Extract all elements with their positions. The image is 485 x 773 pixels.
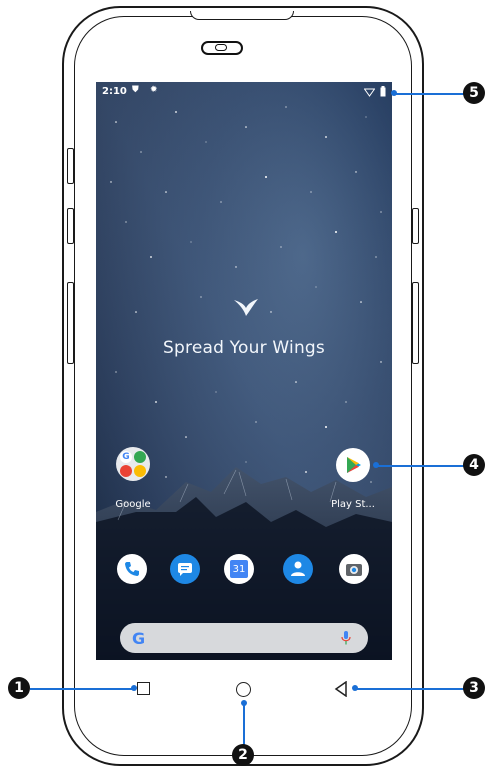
play-store-app[interactable] [336, 448, 370, 482]
brand-text: Spread Your Wings [163, 338, 325, 358]
callout-dot-3 [352, 685, 358, 691]
callout-badge-3: 3 [463, 677, 485, 699]
messages-app[interactable] [170, 554, 200, 584]
left-side-button-1 [67, 148, 74, 184]
chrome-app-icon [134, 451, 146, 463]
front-sensor [215, 44, 227, 51]
camera-icon [346, 564, 362, 576]
google-logo-icon: G [132, 629, 146, 648]
google-search-bar[interactable]: G [120, 623, 368, 653]
home-screen: 2:10 ⛊ ✹ Spread Your Wings G Google Play… [96, 82, 392, 660]
callout-dot-1 [131, 685, 137, 691]
debug-icon: ✹ [150, 85, 158, 95]
play-store-label: Play St... [331, 499, 375, 510]
microphone-icon[interactable] [341, 630, 351, 646]
wifi-icon [364, 88, 375, 97]
right-side-button-1 [412, 208, 419, 244]
callout-badge-5: 5 [463, 82, 485, 104]
battery-icon [380, 86, 386, 97]
google-folder-label: Google [115, 499, 151, 510]
message-icon [178, 563, 192, 576]
callout-badge-4: 4 [463, 454, 485, 476]
google-folder[interactable]: G [116, 447, 150, 481]
left-side-button-2 [67, 208, 74, 244]
callout-line-2 [243, 703, 245, 745]
youtube-app-icon [120, 465, 132, 477]
back-button[interactable] [334, 681, 348, 697]
right-side-button-2 [412, 282, 419, 364]
drive-app-icon [134, 465, 146, 477]
phone-icon [125, 562, 139, 576]
shield-icon: ⛊ [132, 85, 139, 95]
callout-line-1 [30, 688, 134, 690]
google-app-icon: G [120, 451, 132, 463]
callout-dot-2 [241, 700, 247, 706]
person-icon [291, 561, 305, 576]
callout-badge-1: 1 [8, 677, 30, 699]
camera-app[interactable] [339, 554, 369, 584]
callout-line-3 [354, 688, 464, 690]
contacts-app[interactable] [283, 554, 313, 584]
calendar-icon: 31 [230, 560, 248, 578]
callout-dot-4 [373, 462, 379, 468]
top-notch [190, 11, 294, 20]
status-time: 2:10 [102, 86, 127, 97]
play-store-icon [347, 457, 361, 473]
callout-line-5 [394, 93, 464, 95]
recent-apps-button[interactable] [137, 682, 150, 695]
home-button[interactable] [236, 682, 251, 697]
phone-app[interactable] [117, 554, 147, 584]
callout-line-4 [376, 465, 464, 467]
calendar-app[interactable]: 31 [224, 554, 254, 584]
callout-badge-2: 2 [232, 744, 254, 766]
left-side-button-3 [67, 282, 74, 364]
callout-dot-5 [391, 90, 397, 96]
bird-logo-icon [234, 299, 258, 316]
